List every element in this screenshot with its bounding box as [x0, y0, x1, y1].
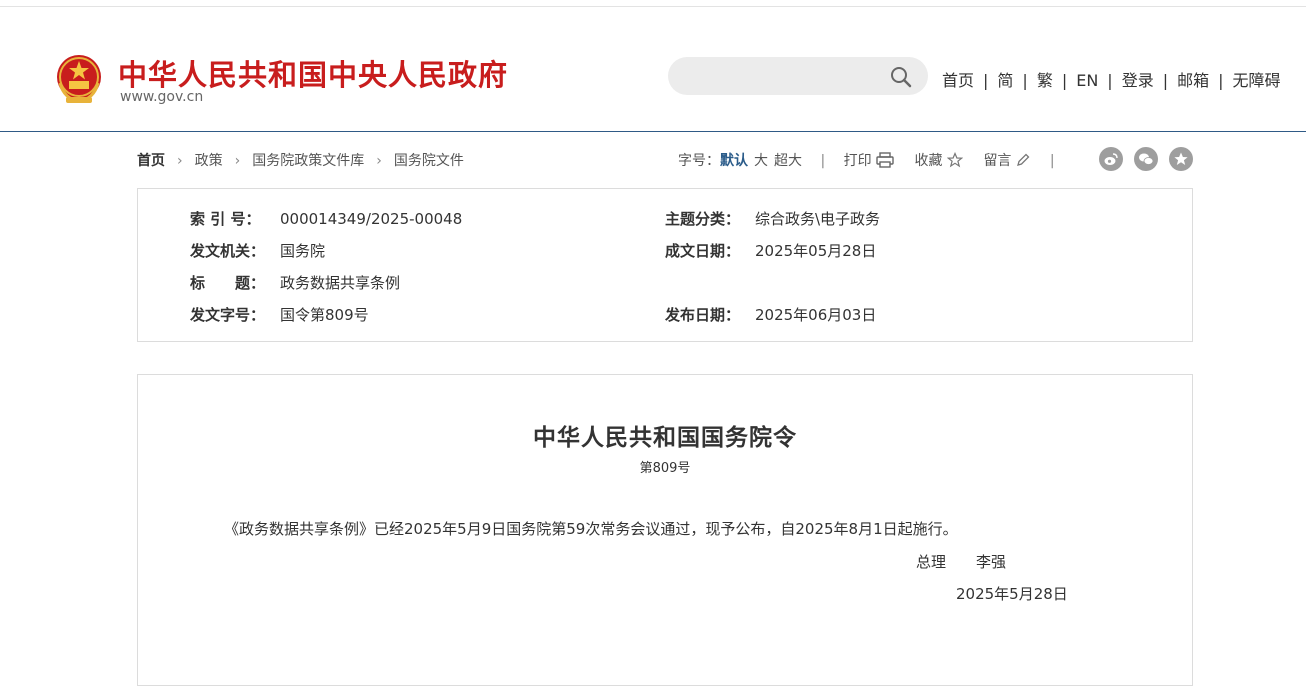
- print-label: 打印: [843, 153, 872, 169]
- wechat-icon: [1139, 153, 1154, 165]
- created-date-label: 成文日期：: [665, 242, 741, 260]
- nav-traditional-link[interactable]: 繁: [1037, 71, 1053, 90]
- breadcrumb-home[interactable]: 首页: [137, 153, 165, 169]
- site-header: 中华人民共和国中央人民政府 www.gov.cn 首页 | 简 | 繁 | EN | 登录 | 邮箱…: [0, 7, 1306, 132]
- nav-mail-link[interactable]: 邮箱: [1177, 71, 1209, 90]
- document-info-table: 索 引 号： 000014349/2025-00048 主题分类： 综合政务\电子政…: [137, 188, 1193, 342]
- nav-login-link[interactable]: 登录: [1122, 71, 1154, 90]
- info-row-index: 索 引 号： 000014349/2025-00048: [190, 208, 462, 229]
- published-date-label: 发布日期：: [665, 306, 741, 324]
- info-row-published: 发布日期： 2025年06月03日: [665, 304, 876, 325]
- info-row-topic: 主题分类： 综合政务\电子政务: [665, 208, 880, 229]
- signer-title: 总理: [916, 553, 947, 571]
- search-icon[interactable]: [890, 66, 912, 88]
- breadcrumb-policy[interactable]: 政策: [195, 153, 223, 169]
- issuer-value: 国务院: [280, 242, 326, 260]
- print-button[interactable]: 打印: [843, 152, 894, 169]
- pencil-icon: [1017, 153, 1030, 166]
- breadcrumb-state-council-docs[interactable]: 国务院文件: [394, 153, 464, 169]
- title-label: 标 题：: [190, 274, 266, 292]
- topic-label: 主题分类：: [665, 210, 741, 228]
- document-number: 第809号: [639, 461, 691, 476]
- national-emblem-icon[interactable]: [54, 53, 104, 107]
- nav-separator: |: [1162, 71, 1169, 90]
- favorite-label: 收藏: [914, 153, 943, 169]
- nav-separator: |: [1061, 71, 1068, 90]
- document-content: 中华人民共和国国务院令 第809号 《政务数据共享条例》已经2025年5月9日国…: [137, 374, 1193, 686]
- font-size-label: 字号：: [678, 153, 720, 169]
- wechat-share-button[interactable]: [1134, 147, 1158, 171]
- index-label: 索 引 号：: [190, 210, 261, 228]
- star-icon: [946, 151, 963, 168]
- breadcrumb-toolbar: 首页 › 政策 › 国务院政策文件库 › 国务院文件 字号：默认大超大 | 打印 收藏 留言…: [137, 147, 1193, 172]
- nav-separator: |: [1218, 71, 1224, 90]
- document-date: 2025年5月28日: [956, 585, 1068, 603]
- chevron-right-icon: ›: [376, 153, 382, 169]
- nav-separator: |: [1022, 71, 1028, 90]
- nav-simplified-link[interactable]: 简: [997, 71, 1013, 90]
- comment-label: 留言: [983, 153, 1012, 169]
- site-domain: www.gov.cn: [120, 89, 204, 105]
- topic-value: 综合政务\电子政务: [755, 210, 881, 228]
- weibo-icon: [1104, 153, 1118, 165]
- nav-accessibility-link[interactable]: 无障碍: [1233, 71, 1281, 90]
- title-value: 政务数据共享条例: [280, 274, 401, 292]
- top-navigation: 首页 | 简 | 繁 | EN | 登录 | 邮箱 | 无障碍: [942, 67, 1281, 91]
- nav-separator: |: [983, 71, 989, 90]
- info-row-issuer: 发文机关： 国务院: [190, 240, 325, 261]
- top-strip: [0, 0, 1306, 7]
- share-buttons: [1088, 147, 1193, 171]
- article-tools: 字号：默认大超大 | 打印 收藏 留言 |: [678, 150, 1069, 170]
- created-date-value: 2025年05月28日: [755, 242, 877, 260]
- index-value: 000014349/2025-00048: [280, 210, 463, 228]
- weibo-share-button[interactable]: [1099, 147, 1123, 171]
- document-heading: 中华人民共和国国务院令: [533, 424, 797, 451]
- printer-icon: [875, 152, 894, 168]
- nav-separator: |: [1107, 71, 1113, 90]
- nav-english-link[interactable]: EN: [1076, 71, 1098, 90]
- qzone-star-icon: [1174, 152, 1188, 165]
- info-row-title: 标 题： 政务数据共享条例: [190, 272, 400, 293]
- document-body: 《政务数据共享条例》已经2025年5月9日国务院第59次常务会议通过，现予公布，…: [224, 520, 958, 538]
- signer-name: 李强: [976, 553, 1007, 571]
- issuer-label: 发文机关：: [190, 242, 266, 260]
- qzone-share-button[interactable]: [1169, 147, 1193, 171]
- font-size-default-button[interactable]: 默认: [720, 153, 748, 169]
- published-date-value: 2025年06月03日: [755, 306, 877, 324]
- docno-value: 国令第809号: [280, 306, 369, 324]
- docno-label: 发文字号：: [190, 306, 266, 324]
- info-row-created: 成文日期： 2025年05月28日: [665, 240, 876, 261]
- font-size-large-button[interactable]: 大: [754, 153, 768, 169]
- breadcrumb: 首页 › 政策 › 国务院政策文件库 › 国务院文件: [137, 150, 464, 170]
- favorite-button[interactable]: 收藏: [914, 151, 963, 169]
- comment-button[interactable]: 留言: [983, 153, 1031, 169]
- chevron-right-icon: ›: [234, 153, 241, 169]
- font-size-xlarge-button[interactable]: 超大: [774, 153, 802, 169]
- info-row-docno: 发文字号： 国令第809号: [190, 304, 369, 325]
- site-title[interactable]: 中华人民共和国中央人民政府: [118, 52, 508, 94]
- document-signature: 总理 李强: [916, 551, 1006, 572]
- breadcrumb-policy-library[interactable]: 国务院政策文件库: [252, 153, 364, 169]
- chevron-right-icon: ›: [177, 153, 183, 169]
- tool-separator: |: [820, 153, 826, 169]
- tool-separator: |: [1049, 153, 1055, 169]
- nav-home-link[interactable]: 首页: [942, 71, 974, 90]
- search-box[interactable]: [668, 57, 928, 95]
